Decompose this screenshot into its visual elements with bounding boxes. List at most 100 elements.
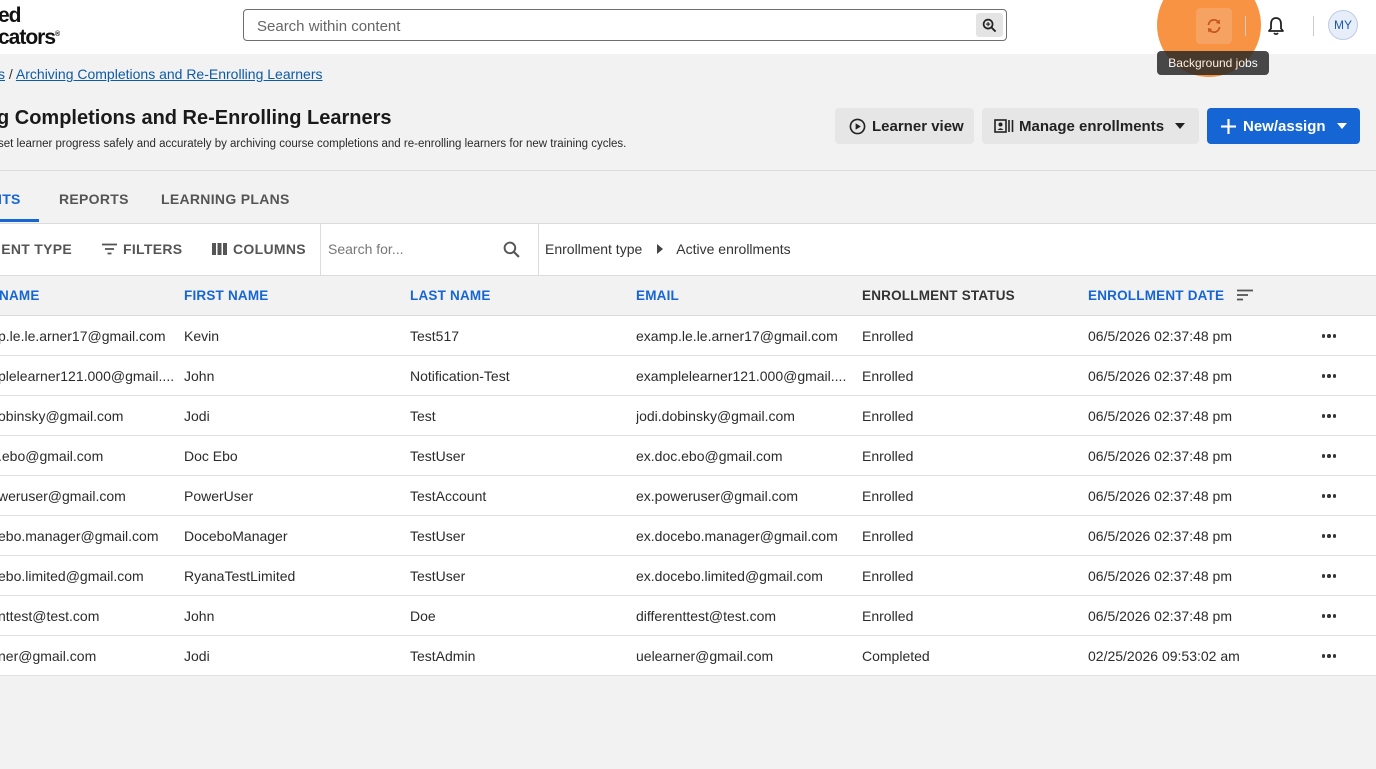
new-assign-button[interactable]: New/assign xyxy=(1207,108,1360,144)
more-horizontal-icon xyxy=(1321,414,1338,418)
enrollment-status-cell: Enrolled xyxy=(862,568,914,584)
email-cell: ex.doc.ebo@gmail.com xyxy=(636,448,783,464)
first-name-cell: Kevin xyxy=(184,328,220,344)
header-divider-2 xyxy=(1313,16,1314,36)
toolbar-divider xyxy=(538,224,539,276)
tabs: ITS REPORTS LEARNING PLANS xyxy=(0,171,1376,223)
first-name-cell: Jodi xyxy=(184,648,210,664)
last-name-cell: TestUser xyxy=(410,448,466,464)
first-name-cell: RyanaTestLimited xyxy=(184,568,296,584)
column-header-username[interactable]: NAME xyxy=(0,288,40,303)
column-header-enrollment-date[interactable]: ENROLLMENT DATE xyxy=(1088,288,1254,303)
enrollment-date-cell: 06/5/2026 02:37:48 pm xyxy=(1088,368,1233,384)
more-horizontal-icon xyxy=(1321,494,1338,498)
column-header-enrollment-status: ENROLLMENT STATUS xyxy=(862,288,1015,303)
logo[interactable]: ed cators® xyxy=(0,4,60,48)
more-horizontal-icon xyxy=(1321,574,1338,578)
email-cell: examplelearner121.000@gmail.... xyxy=(636,368,847,384)
table-row[interactable]: ebo.manager@gmail.com DoceboManager TestUs… xyxy=(0,516,1376,556)
table-row[interactable]: nttest@test.com John Doe differenttest@test… xyxy=(0,596,1376,636)
column-header-first-name[interactable]: FIRST NAME xyxy=(184,288,269,303)
username-cell: ebo.manager@gmail.com xyxy=(0,528,159,544)
breadcrumb-parent-link[interactable]: s xyxy=(0,66,5,82)
table-row[interactable]: p.le.le.arner17@gmail.com Kevin Test517 exa… xyxy=(0,316,1376,356)
last-name-cell: Test517 xyxy=(410,328,460,344)
table-header: NAME FIRST NAME LAST NAME EMAIL ENROLLME… xyxy=(0,276,1376,316)
email-cell: differenttest@test.com xyxy=(636,608,777,624)
enrollment-status-cell: Enrolled xyxy=(862,408,914,424)
table-toolbar: IENT TYPE FILTERS COLUMNS Enrollment typ… xyxy=(0,223,1376,276)
active-filter[interactable]: Enrollment type Active enrollments xyxy=(545,241,791,257)
caret-down-icon xyxy=(1175,123,1186,129)
last-name-cell: TestAdmin xyxy=(410,648,476,664)
enrollment-status-cell: Completed xyxy=(862,648,930,664)
global-search-input[interactable] xyxy=(257,16,957,36)
enrollment-date-cell: 06/5/2026 02:37:48 pm xyxy=(1088,528,1233,544)
row-actions-button[interactable] xyxy=(1321,608,1337,624)
table-row[interactable]: ner@gmail.com Jodi TestAdmin uelearner@gmai… xyxy=(0,636,1376,676)
sync-icon xyxy=(1207,18,1221,34)
tab-reports[interactable]: REPORTS xyxy=(59,191,129,207)
search-button[interactable] xyxy=(976,13,1003,37)
notifications-button[interactable] xyxy=(1265,15,1287,37)
breadcrumb-current-link[interactable]: Archiving Completions and Re-Enrolling L… xyxy=(16,66,323,82)
learner-view-button[interactable]: Learner view xyxy=(835,108,974,144)
enrollment-status-cell: Enrolled xyxy=(862,608,914,624)
tab-enrollments[interactable]: ITS xyxy=(0,191,21,207)
table-row[interactable]: ebo.limited@gmail.com RyanaTestLimited Tes… xyxy=(0,556,1376,596)
email-cell: examp.le.le.arner17@gmail.com xyxy=(636,328,838,344)
columns-icon xyxy=(212,243,227,255)
email-cell: uelearner@gmail.com xyxy=(636,648,774,664)
enrollment-type-button[interactable]: IENT TYPE xyxy=(0,241,72,257)
active-tab-indicator xyxy=(0,219,39,222)
background-jobs-button[interactable] xyxy=(1196,8,1232,44)
last-name-cell: TestUser xyxy=(410,528,466,544)
email-cell: jodi.dobinsky@gmail.com xyxy=(636,408,795,424)
first-name-cell: Jodi xyxy=(184,408,210,424)
first-name-cell: John xyxy=(184,608,215,624)
table-body: p.le.le.arner17@gmail.com Kevin Test517 exa… xyxy=(0,316,1376,676)
new-assign-label: New/assign xyxy=(1243,117,1326,135)
row-actions-button[interactable] xyxy=(1321,528,1337,544)
table-search-input[interactable] xyxy=(328,239,498,259)
enrollment-status-cell: Enrolled xyxy=(862,528,914,544)
table-row[interactable]: plelearner121.000@gmail.... John Notificat… xyxy=(0,356,1376,396)
email-cell: ex.poweruser@gmail.com xyxy=(636,488,799,504)
column-header-email[interactable]: EMAIL xyxy=(636,288,679,303)
more-horizontal-icon xyxy=(1321,654,1338,658)
last-name-cell: Test xyxy=(410,408,436,424)
avatar[interactable]: MY xyxy=(1328,10,1358,40)
more-horizontal-icon xyxy=(1321,374,1338,378)
table-row[interactable]: obinsky@gmail.com Jodi Test jodi.dobinsky@g… xyxy=(0,396,1376,436)
manage-enrollments-button[interactable]: Manage enrollments xyxy=(982,108,1199,144)
row-actions-button[interactable] xyxy=(1321,488,1337,504)
filters-button[interactable]: FILTERS xyxy=(102,241,182,257)
caret-right-icon xyxy=(657,244,664,254)
table-row[interactable]: .ebo@gmail.com Doc Ebo TestUser ex.doc.ebo@… xyxy=(0,436,1376,476)
username-cell: ebo.limited@gmail.com xyxy=(0,568,144,584)
tab-learning-plans[interactable]: LEARNING PLANS xyxy=(161,191,290,207)
table-row[interactable]: weruser@gmail.com PowerUser TestAccount ex.… xyxy=(0,476,1376,516)
global-search xyxy=(243,9,1007,41)
row-actions-button[interactable] xyxy=(1321,568,1337,584)
sort-icon xyxy=(1237,289,1254,301)
tooltip: Background jobs xyxy=(1157,51,1269,75)
row-actions-button[interactable] xyxy=(1321,408,1337,424)
logo-line-1: ed xyxy=(0,4,22,27)
column-header-last-name[interactable]: LAST NAME xyxy=(410,288,491,303)
learner-view-label: Learner view xyxy=(872,117,964,135)
plus-icon xyxy=(1221,118,1236,134)
page-subtitle: set learner progress safely and accurate… xyxy=(0,138,627,150)
manage-enrollments-label: Manage enrollments xyxy=(1019,117,1165,135)
columns-button[interactable]: COLUMNS xyxy=(212,241,306,257)
toolbar-divider xyxy=(320,224,321,276)
username-cell: obinsky@gmail.com xyxy=(0,408,124,424)
row-actions-button[interactable] xyxy=(1321,448,1337,464)
table-search-button[interactable] xyxy=(503,241,520,263)
row-actions-button[interactable] xyxy=(1321,328,1337,344)
search-icon xyxy=(982,18,997,32)
row-actions-button[interactable] xyxy=(1321,648,1337,664)
trademark-icon: ® xyxy=(55,31,60,38)
filter-type-label: Enrollment type xyxy=(545,241,643,257)
row-actions-button[interactable] xyxy=(1321,368,1337,384)
